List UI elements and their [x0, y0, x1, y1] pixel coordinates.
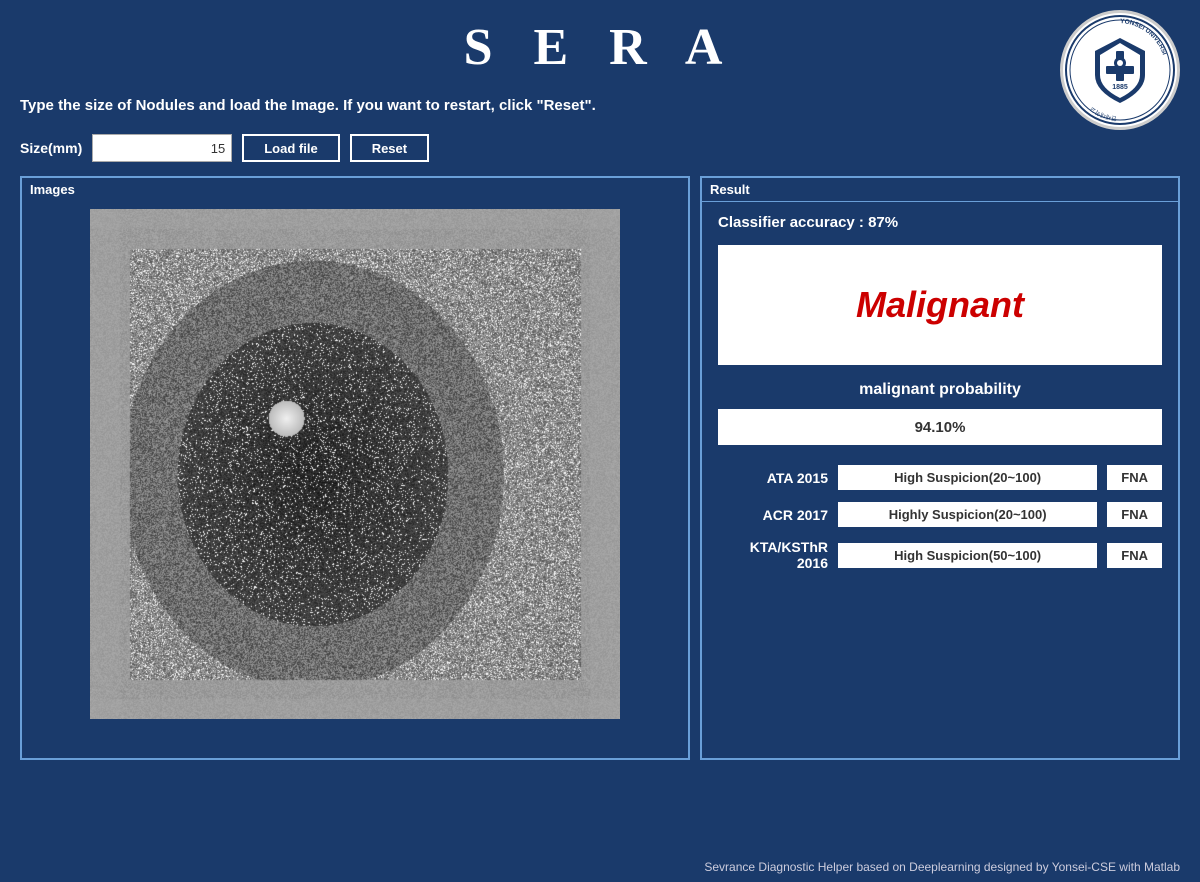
- guideline-name-acr: ACR 2017: [718, 507, 828, 523]
- logo-svg: 1885 YONSEI UNIVERSITY 연세대학교: [1063, 13, 1177, 127]
- controls-row: Size(mm) Load file Reset: [0, 128, 1200, 168]
- result-label: Result: [702, 178, 1178, 202]
- classifier-accuracy: Classifier accuracy : 87%: [718, 214, 1162, 231]
- guideline-row-kta: KTA/KSThR 2016 High Suspicion(50~100) FN…: [718, 539, 1162, 571]
- app-title: S E R A: [464, 18, 737, 77]
- ultrasound-image-container: [90, 209, 620, 719]
- university-logo: 1885 YONSEI UNIVERSITY 연세대학교: [1060, 10, 1180, 130]
- guidelines: ATA 2015 High Suspicion(20~100) FNA ACR …: [718, 465, 1162, 571]
- prob-label: malignant probability: [718, 381, 1162, 399]
- footer: Sevrance Diagnostic Helper based on Deep…: [704, 860, 1180, 874]
- guideline-action-acr: FNA: [1107, 502, 1162, 527]
- load-file-button[interactable]: Load file: [242, 134, 339, 162]
- result-panel: Result Classifier accuracy : 87% Maligna…: [700, 176, 1180, 760]
- guideline-row-ata: ATA 2015 High Suspicion(20~100) FNA: [718, 465, 1162, 490]
- main-content: Images Result Classifier accuracy : 87% …: [0, 168, 1200, 768]
- logo-circle: 1885 YONSEI UNIVERSITY 연세대학교: [1060, 10, 1180, 130]
- instructions: Type the size of Nodules and load the Im…: [0, 87, 1200, 128]
- guideline-name-kta: KTA/KSThR 2016: [718, 539, 828, 571]
- guideline-result-kta: High Suspicion(50~100): [838, 543, 1097, 568]
- guideline-action-kta: FNA: [1107, 543, 1162, 568]
- guideline-result-acr: Highly Suspicion(20~100): [838, 502, 1097, 527]
- images-panel-label: Images: [22, 178, 688, 201]
- diagnosis-text: Malignant: [856, 284, 1024, 326]
- size-label: Size(mm): [20, 140, 82, 156]
- svg-text:1885: 1885: [1112, 84, 1128, 91]
- images-panel: Images: [20, 176, 690, 760]
- prob-bar: 94.10%: [718, 409, 1162, 445]
- ultrasound-canvas: [90, 209, 620, 719]
- header: S E R A 1885: [0, 0, 1200, 87]
- size-input[interactable]: [92, 134, 232, 162]
- guideline-row-acr: ACR 2017 Highly Suspicion(20~100) FNA: [718, 502, 1162, 527]
- reset-button[interactable]: Reset: [350, 134, 429, 162]
- guideline-action-ata: FNA: [1107, 465, 1162, 490]
- result-content: Classifier accuracy : 87% Malignant mali…: [702, 202, 1178, 583]
- guideline-result-ata: High Suspicion(20~100): [838, 465, 1097, 490]
- diagnosis-box: Malignant: [718, 245, 1162, 365]
- guideline-name-ata: ATA 2015: [718, 470, 828, 486]
- prob-value: 94.10%: [915, 419, 966, 436]
